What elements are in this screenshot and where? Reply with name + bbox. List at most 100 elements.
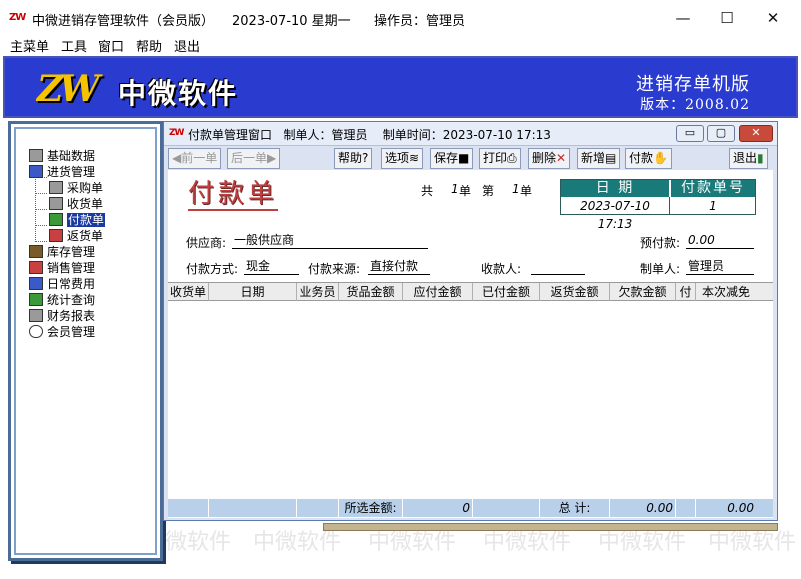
menu-exit[interactable]: 退出 xyxy=(174,36,200,55)
arrow-left-icon: ◀ xyxy=(172,151,182,165)
record-page-number-value: 1 xyxy=(512,182,520,196)
arrow-right-icon: ▶ xyxy=(267,151,277,165)
button-label: 后一单 xyxy=(231,151,268,165)
help-button[interactable]: 帮助? xyxy=(334,148,373,169)
payment-no-value[interactable]: 1 xyxy=(671,197,755,215)
button-label: 退出 xyxy=(733,151,758,165)
menu-tools[interactable]: 工具 xyxy=(61,36,87,55)
tree-item-label: 会员管理 xyxy=(47,325,96,339)
payment-detail-table: 收货单 日期 业务员 货品金额 应付金额 已付金额 返货金额 欠款金额 付 本次… xyxy=(168,282,773,518)
column-header-goods-amount[interactable]: 货品金额 xyxy=(339,283,403,301)
tree-item-inventory[interactable]: 库存管理 xyxy=(29,244,95,260)
tree-item-members[interactable]: 会员管理 xyxy=(29,324,95,340)
footer-cell xyxy=(297,499,339,517)
tree-item-expenses[interactable]: 日常费用 xyxy=(29,276,95,292)
child-restore-button[interactable]: ▢ xyxy=(707,125,735,142)
document-icon xyxy=(49,181,63,194)
footer-cell xyxy=(209,499,297,517)
document-title: 付款单 xyxy=(188,179,279,211)
tree-item-label: 采购单 xyxy=(67,181,104,195)
menu-help[interactable]: 帮助 xyxy=(136,36,162,55)
date-value[interactable]: 2023-07-10 17:13 xyxy=(561,197,670,231)
prev-record-button[interactable]: ◀前一单 xyxy=(168,148,222,169)
document-header-box: 日 期 付款单号 2023-07-10 17:13 1 xyxy=(560,179,756,231)
floppy-icon: ■ xyxy=(458,151,470,165)
chart-icon xyxy=(29,293,43,306)
return-icon xyxy=(49,229,63,242)
tree-item-label: 进货管理 xyxy=(47,165,96,179)
print-button[interactable]: 打印⎙ xyxy=(479,148,521,169)
column-header-owed[interactable]: 欠款金额 xyxy=(610,283,676,301)
tree-item-payment[interactable]: 付款单 xyxy=(49,212,106,228)
total-label: 总 计: xyxy=(540,499,610,517)
tree-item-basic-data[interactable]: 基础数据 xyxy=(29,148,95,164)
navigation-tree-panel: 基础数据 进货管理 采购单 收货单 付款单 返货单 库存管理 销售管理 日常费用… xyxy=(8,121,163,561)
user-icon xyxy=(29,325,43,338)
record-total-count: 1 xyxy=(451,182,459,196)
options-button[interactable]: 选项≋ xyxy=(381,148,424,169)
child-minimize-button[interactable]: ▭ xyxy=(676,125,704,142)
window-create-time: 制单时间：2023-07-10 17:13 xyxy=(382,128,551,142)
tree-item-purchase-order[interactable]: 采购单 xyxy=(49,180,103,196)
tree-item-receipt[interactable]: 收货单 xyxy=(49,196,103,212)
printer-icon: ⎙ xyxy=(507,151,517,165)
maker-field[interactable]: 管理员 xyxy=(686,259,754,275)
exit-window-button[interactable]: 退出▮ xyxy=(729,148,768,169)
pay-button[interactable]: 付款✋ xyxy=(625,148,672,169)
button-label: 保存 xyxy=(434,151,459,165)
supplier-field[interactable]: 一般供应商 xyxy=(232,233,428,249)
column-header-receipt[interactable]: 收货单 xyxy=(168,283,209,301)
column-header-discount[interactable]: 本次减免 xyxy=(696,283,756,301)
tree-item-label: 日常费用 xyxy=(47,277,96,291)
tree-item-finance-report[interactable]: 财务报表 xyxy=(29,308,95,324)
calendar-icon xyxy=(29,277,43,290)
column-header-salesman[interactable]: 业务员 xyxy=(297,283,339,301)
prepay-field[interactable]: 0.00 xyxy=(686,233,754,249)
payment-method-field[interactable]: 现金 xyxy=(244,259,299,275)
child-close-button[interactable]: ✕ xyxy=(739,125,773,142)
supplier-label: 供应商: xyxy=(186,236,227,250)
question-icon: ? xyxy=(362,151,369,165)
button-label: 选项 xyxy=(385,151,410,165)
footer-cell xyxy=(676,499,696,517)
payment-no-header: 付款单号 xyxy=(671,180,755,197)
payment-toolbar: ◀前一单 后一单▶ 帮助? 选项≋ 保存■ 打印⎙ 删除✕ 新增▤ 付款✋ 退出… xyxy=(166,147,775,170)
next-record-button[interactable]: 后一单▶ xyxy=(227,148,281,169)
payment-method-label: 付款方式: xyxy=(186,262,239,276)
payee-field[interactable] xyxy=(531,259,585,275)
brand-banner: ZW 中微软件 进销存单机版 版本：2008.02 xyxy=(3,56,798,118)
tree-item-return[interactable]: 返货单 xyxy=(49,228,103,244)
close-button[interactable]: ✕ xyxy=(750,4,796,32)
button-label: 打印 xyxy=(483,151,508,165)
record-total-count-value: 1 xyxy=(451,182,459,196)
button-label: 帮助 xyxy=(338,151,363,165)
save-button[interactable]: 保存■ xyxy=(430,148,474,169)
column-header-return[interactable]: 返货金额 xyxy=(540,283,610,301)
column-header-date[interactable]: 日期 xyxy=(209,283,297,301)
tree-item-label: 收货单 xyxy=(67,197,104,211)
delete-button[interactable]: 删除✕ xyxy=(528,148,571,169)
maximize-button[interactable]: ☐ xyxy=(704,4,750,32)
column-header-payable[interactable]: 应付金额 xyxy=(403,283,473,301)
button-label: 删除 xyxy=(532,151,557,165)
tree-item-label: 销售管理 xyxy=(47,261,96,275)
add-button[interactable]: 新增▤ xyxy=(577,148,621,169)
options-icon: ≋ xyxy=(409,151,420,165)
tree-item-statistics[interactable]: 统计查询 xyxy=(29,292,95,308)
grid-icon xyxy=(29,149,43,162)
button-label: 新增 xyxy=(581,151,606,165)
menu-window[interactable]: 窗口 xyxy=(98,36,124,55)
payment-source-field[interactable]: 直接付款 xyxy=(368,259,430,275)
tree-item-label: 基础数据 xyxy=(47,149,96,163)
tree-item-sales[interactable]: 销售管理 xyxy=(29,260,95,276)
window-titlebar: ZW 中微进销存管理软件（会员版） 2023-07-10 星期一 操作员：管理员… xyxy=(0,0,801,34)
selected-amount-label: 所选金额: xyxy=(339,499,403,517)
table-header: 收货单 日期 业务员 货品金额 应付金额 已付金额 返货金额 欠款金额 付 本次… xyxy=(168,283,773,301)
column-header-paid[interactable]: 已付金额 xyxy=(473,283,540,301)
column-header-pay[interactable]: 付 xyxy=(676,283,696,301)
operator-label: 操作员：管理员 xyxy=(374,14,466,29)
minimize-button[interactable]: — xyxy=(660,4,706,32)
tree-item-purchase-mgmt[interactable]: 进货管理 xyxy=(29,164,95,180)
menu-main[interactable]: 主菜单 xyxy=(10,36,49,55)
menu-bar: 主菜单 工具 窗口 帮助 退出 xyxy=(0,34,801,55)
